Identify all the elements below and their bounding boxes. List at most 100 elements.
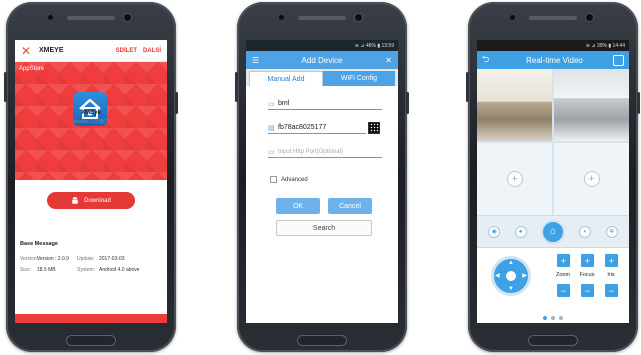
arrow-up-icon[interactable]: ▲ — [508, 260, 514, 266]
iris-out-button[interactable]: − — [605, 284, 618, 297]
advanced-option[interactable]: Advanced — [270, 176, 308, 183]
home-key[interactable] — [66, 335, 116, 346]
info-value: 18.5 MB — [37, 267, 56, 273]
page-indicator — [543, 316, 563, 320]
info-row: Version: Version : 2.0.9 Update: 2017-03… — [20, 256, 162, 262]
video-channel-1[interactable] — [477, 69, 552, 141]
top-button-a[interactable]: SDİLET — [116, 48, 137, 54]
page-dot[interactable] — [559, 316, 563, 320]
video-channel-3[interactable]: + — [477, 143, 552, 215]
snapshot-icon[interactable]: ◉ — [488, 225, 501, 238]
app-version: Version 2.0.9[KT] — [71, 119, 111, 125]
video-grid: + + — [477, 69, 629, 215]
volume-key — [235, 72, 238, 102]
add-channel-icon[interactable]: + — [583, 171, 600, 187]
advanced-checkbox[interactable] — [270, 176, 277, 183]
info-key: Update: — [77, 256, 95, 262]
base-message-title: Base Message — [20, 241, 58, 247]
app-name: XMEye — [81, 110, 101, 116]
video-channel-2[interactable] — [554, 69, 629, 141]
top-button-b[interactable]: DALSİ — [143, 48, 161, 54]
screen-add-device: ≋ ⊿ 46% ▮ 13:59 ☰ Add Device ✕ Manual Ad… — [246, 40, 398, 323]
status-bar: ≋ ⊿ 46% ▮ 13:59 — [246, 40, 398, 51]
home-key[interactable] — [297, 335, 347, 346]
device-name-field[interactable]: ▭ bml — [268, 98, 382, 110]
settings-icon[interactable]: ✲ — [605, 225, 618, 238]
arrow-down-icon[interactable]: ▼ — [508, 286, 514, 292]
page-dot[interactable] — [551, 316, 555, 320]
power-key — [175, 92, 178, 114]
speaker — [67, 16, 115, 20]
front-camera — [586, 14, 593, 21]
phone-3: ≋ ⊿ 39% ▮ 14:44 ⮌ Real-time Video + + ◉ … — [466, 2, 640, 352]
android-icon — [72, 196, 78, 204]
tab-wifi-config[interactable]: WiFi Config — [323, 71, 395, 86]
volume-key — [466, 72, 469, 102]
home-icon[interactable]: ⌂ — [540, 219, 565, 244]
qr-scan-icon[interactable] — [368, 122, 380, 134]
search-button[interactable]: Search — [276, 220, 372, 236]
page-title: Add Device — [301, 55, 343, 65]
tab-bar: Manual Add WiFi Config — [246, 69, 398, 86]
add-channel-icon[interactable]: + — [506, 171, 523, 187]
video-channel-4[interactable]: + — [554, 143, 629, 215]
app-topbar: ✕ XMEYE SDİLET DALSİ — [15, 40, 167, 62]
menu-icon[interactable]: ☰ — [252, 56, 264, 65]
ptz-center — [506, 271, 516, 281]
arrow-left-icon[interactable]: ◀ — [495, 272, 500, 279]
http-port-placeholder: Input Http Port(Optional) — [278, 148, 344, 155]
zoom-in-button[interactable]: + — [557, 254, 570, 267]
page-dot[interactable] — [543, 316, 547, 320]
device-name-value: bml — [278, 100, 290, 107]
bottom-strip — [15, 314, 167, 323]
close-icon[interactable]: ✕ — [21, 44, 33, 58]
info-row: Size: 18.5 MB System: Android 4.0 above — [20, 267, 162, 273]
serial-number-field[interactable]: ▤ fb78ac8025177 — [268, 122, 366, 134]
download-button[interactable]: Download — [47, 192, 135, 209]
cancel-button[interactable]: Cancel — [328, 198, 372, 214]
serial-number-value: fb78ac8025177 — [278, 124, 327, 131]
ok-button[interactable]: OK — [276, 198, 320, 214]
device-icon: ▭ — [268, 100, 275, 108]
status-bar: ≋ ⊿ 39% ▮ 14:44 — [477, 40, 629, 51]
port-icon: ▭ — [268, 148, 275, 156]
serial-icon: ▤ — [268, 124, 275, 132]
volume-key — [4, 72, 7, 102]
phone-2: ≋ ⊿ 46% ▮ 13:59 ☰ Add Device ✕ Manual Ad… — [235, 2, 409, 352]
home-key[interactable] — [528, 335, 578, 346]
close-icon[interactable]: ✕ — [380, 56, 392, 65]
http-port-field[interactable]: ▭ Input Http Port(Optional) — [268, 146, 382, 158]
front-camera — [124, 14, 131, 21]
appstore-label: AppStore — [19, 66, 45, 72]
stage: ✕ XMEYE SDİLET DALSİ AppStore XMEye Vers… — [0, 0, 641, 355]
video-titlebar: ⮌ Real-time Video — [477, 51, 629, 69]
info-value: Android 4.0 above — [99, 267, 140, 273]
tab-manual-add[interactable]: Manual Add — [249, 71, 323, 86]
screen-realtime-video: ≋ ⊿ 39% ▮ 14:44 ⮌ Real-time Video + + ◉ … — [477, 40, 629, 323]
ptz-direction-pad[interactable]: ▲ ▼ ◀ ▶ — [491, 256, 531, 296]
arrow-right-icon[interactable]: ▶ — [522, 272, 527, 279]
record-icon[interactable]: ● — [514, 225, 527, 238]
power-key — [406, 92, 409, 114]
talk-icon[interactable]: ◐ — [579, 225, 592, 238]
download-label: Download — [84, 197, 111, 204]
advanced-label: Advanced — [281, 176, 308, 183]
fullscreen-icon[interactable] — [613, 54, 624, 66]
focus-label: Focus — [579, 272, 595, 278]
focus-in-button[interactable]: + — [581, 254, 594, 267]
power-key — [637, 92, 640, 114]
sensor — [279, 15, 284, 20]
focus-out-button[interactable]: − — [581, 284, 594, 297]
add-device-form: ▭ bml ▤ fb78ac8025177 ▭ Input Http Port(… — [246, 86, 398, 323]
back-icon[interactable]: ⮌ — [482, 52, 496, 68]
zoom-out-button[interactable]: − — [557, 284, 570, 297]
app-card — [15, 84, 167, 184]
screen-appstore: ✕ XMEYE SDİLET DALSİ AppStore XMEye Vers… — [15, 40, 167, 323]
add-device-titlebar: ☰ Add Device ✕ — [246, 51, 398, 69]
iris-in-button[interactable]: + — [605, 254, 618, 267]
ptz-controls: ▲ ▼ ◀ ▶ + + + Zoom Focus Iris − − − — [477, 248, 629, 323]
sensor — [510, 15, 515, 20]
phone-1: ✕ XMEYE SDİLET DALSİ AppStore XMEye Vers… — [4, 2, 178, 352]
front-camera — [355, 14, 362, 21]
details-panel: Download Base Message Version: Version :… — [15, 180, 167, 314]
